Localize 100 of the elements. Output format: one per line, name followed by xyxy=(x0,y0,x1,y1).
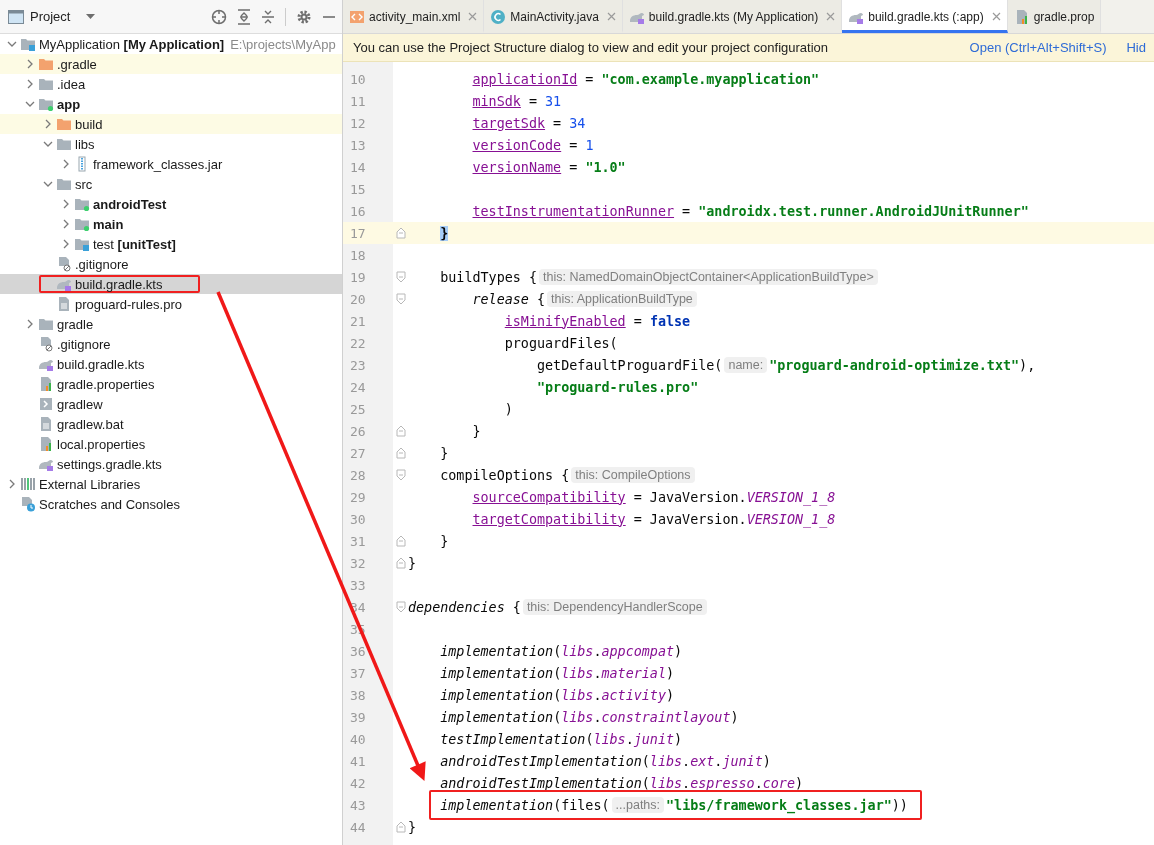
chevron-down-icon[interactable] xyxy=(43,179,53,189)
chevron-right-icon[interactable] xyxy=(61,219,71,229)
file-icon xyxy=(56,256,72,272)
chevron-down-icon[interactable] xyxy=(43,139,53,149)
line-number: 20 xyxy=(349,291,367,307)
chevron-right-icon[interactable] xyxy=(25,319,35,329)
fold-marker-icon[interactable] xyxy=(394,821,407,833)
folder-icon xyxy=(74,216,90,232)
tree-row[interactable]: build.gradle.kts xyxy=(0,354,342,374)
tree-item-label: MyApplication [My Application] xyxy=(39,36,225,52)
editor-tab[interactable]: activity_main.xml xyxy=(343,0,485,33)
close-icon[interactable] xyxy=(606,12,616,21)
collapse-all-icon[interactable] xyxy=(261,8,275,25)
tree-row[interactable]: gradle xyxy=(0,314,342,334)
expand-all-icon[interactable] xyxy=(237,8,251,25)
line-number: 17 xyxy=(349,225,367,241)
line-number: 24 xyxy=(349,379,367,395)
project-path: E:\projects\MyApp xyxy=(230,36,336,52)
tree-row[interactable]: .idea xyxy=(0,74,342,94)
close-icon[interactable] xyxy=(991,12,1001,21)
fold-marker-icon[interactable] xyxy=(394,557,407,569)
code-text: compileOptions { xyxy=(440,467,570,483)
fold-marker-icon[interactable] xyxy=(394,425,407,437)
tree-row[interactable]: main xyxy=(0,214,342,234)
fold-marker-icon[interactable] xyxy=(394,271,407,283)
crosshair-icon[interactable] xyxy=(211,8,227,25)
chevron-right-icon[interactable] xyxy=(61,239,71,249)
line-number: 43 xyxy=(349,797,367,813)
chevron-right-icon[interactable] xyxy=(61,199,71,209)
line-number: 14 xyxy=(349,159,367,175)
tree-item-label: src xyxy=(75,176,93,192)
tree-row[interactable]: framework_classes.jar xyxy=(0,154,342,174)
editor-tab[interactable]: build.gradle.kts (:app) xyxy=(842,0,1008,33)
tree-row[interactable]: src xyxy=(0,174,342,194)
code-text: implementation(libs.constraintlayout) xyxy=(440,709,739,725)
tree-row[interactable]: gradlew.bat xyxy=(0,414,342,434)
chevron-down-icon[interactable] xyxy=(25,99,35,109)
tree-row[interactable]: .gitignore xyxy=(0,254,342,274)
file-icon xyxy=(38,436,54,452)
editor-tab[interactable]: build.gradle.kts (My Application) xyxy=(622,0,843,33)
tree-row[interactable]: settings.gradle.kts xyxy=(0,454,342,474)
tree-row[interactable]: app xyxy=(0,94,342,114)
window-icon xyxy=(8,9,24,24)
project-view-dropdown[interactable]: Project xyxy=(8,9,96,24)
code-text: } xyxy=(440,533,449,549)
chevron-right-icon[interactable] xyxy=(7,479,17,489)
fold-marker-icon[interactable] xyxy=(394,469,407,481)
line-number: 36 xyxy=(349,643,367,659)
code-text: getDefaultProguardFile( xyxy=(537,357,723,373)
tree-row[interactable]: MyApplication [My Application] E:\projects\MyApp xyxy=(0,34,342,54)
tree-row[interactable]: .gradle xyxy=(0,54,342,74)
folder-icon xyxy=(74,196,90,212)
chevron-right-icon[interactable] xyxy=(43,119,53,129)
fold-marker-icon[interactable] xyxy=(394,293,407,305)
editor-tab[interactable]: MainActivity.java xyxy=(484,0,623,33)
tree-row[interactable]: build.gradle.kts xyxy=(0,274,342,294)
fold-marker-icon[interactable] xyxy=(394,535,407,547)
settings-icon[interactable] xyxy=(296,8,312,25)
code-text: ) xyxy=(504,401,513,417)
tree-row[interactable]: .gitignore xyxy=(0,334,342,354)
chevron-right-icon[interactable] xyxy=(61,159,71,169)
code-text: implementation(libs.material) xyxy=(440,665,675,681)
tree-row[interactable]: gradlew xyxy=(0,394,342,414)
fold-marker-icon[interactable] xyxy=(394,227,407,239)
tree-row[interactable]: Scratches and Consoles xyxy=(0,494,342,514)
tree-row[interactable]: External Libraries xyxy=(0,474,342,494)
hide-link[interactable]: Hid xyxy=(1126,40,1146,55)
code-text: } xyxy=(408,555,417,571)
tree-row[interactable]: test [unitTest] xyxy=(0,234,342,254)
line-number: 11 xyxy=(349,93,367,109)
chevron-down-icon[interactable] xyxy=(7,39,17,49)
tree-item-label: gradlew.bat xyxy=(57,416,124,432)
line-number: 21 xyxy=(349,313,367,329)
open-link[interactable]: Open (Ctrl+Alt+Shift+S) xyxy=(969,40,1107,55)
chevron-right-icon[interactable] xyxy=(25,79,35,89)
fold-marker-icon[interactable] xyxy=(394,601,407,613)
inlay-hint: this: DependencyHandlerScope xyxy=(522,599,707,615)
tree-item-label: gradlew xyxy=(57,396,103,412)
chevron-right-icon[interactable] xyxy=(25,59,35,69)
editor-tab[interactable]: gradle.prop xyxy=(1007,0,1102,33)
code-text: versionName = "1.0" xyxy=(472,159,626,175)
scratch-icon xyxy=(20,496,36,512)
code-text: versionCode = 1 xyxy=(472,137,594,153)
fold-marker-icon[interactable] xyxy=(394,447,407,459)
tree-row[interactable]: androidTest xyxy=(0,194,342,214)
close-icon[interactable] xyxy=(468,12,478,21)
line-number: 32 xyxy=(349,555,367,571)
library-icon xyxy=(20,476,36,492)
tree-row[interactable]: local.properties xyxy=(0,434,342,454)
code-text: } xyxy=(408,819,417,835)
close-icon[interactable] xyxy=(826,12,836,21)
folder-icon xyxy=(38,56,54,72)
file-icon xyxy=(38,376,54,392)
tree-row[interactable]: gradle.properties xyxy=(0,374,342,394)
tree-row[interactable]: proguard-rules.pro xyxy=(0,294,342,314)
line-number: 18 xyxy=(349,247,367,263)
tree-row[interactable]: libs xyxy=(0,134,342,154)
tree-item-label: build xyxy=(75,116,103,132)
tree-item-label: .idea xyxy=(57,76,86,92)
tree-row[interactable]: build xyxy=(0,114,342,134)
